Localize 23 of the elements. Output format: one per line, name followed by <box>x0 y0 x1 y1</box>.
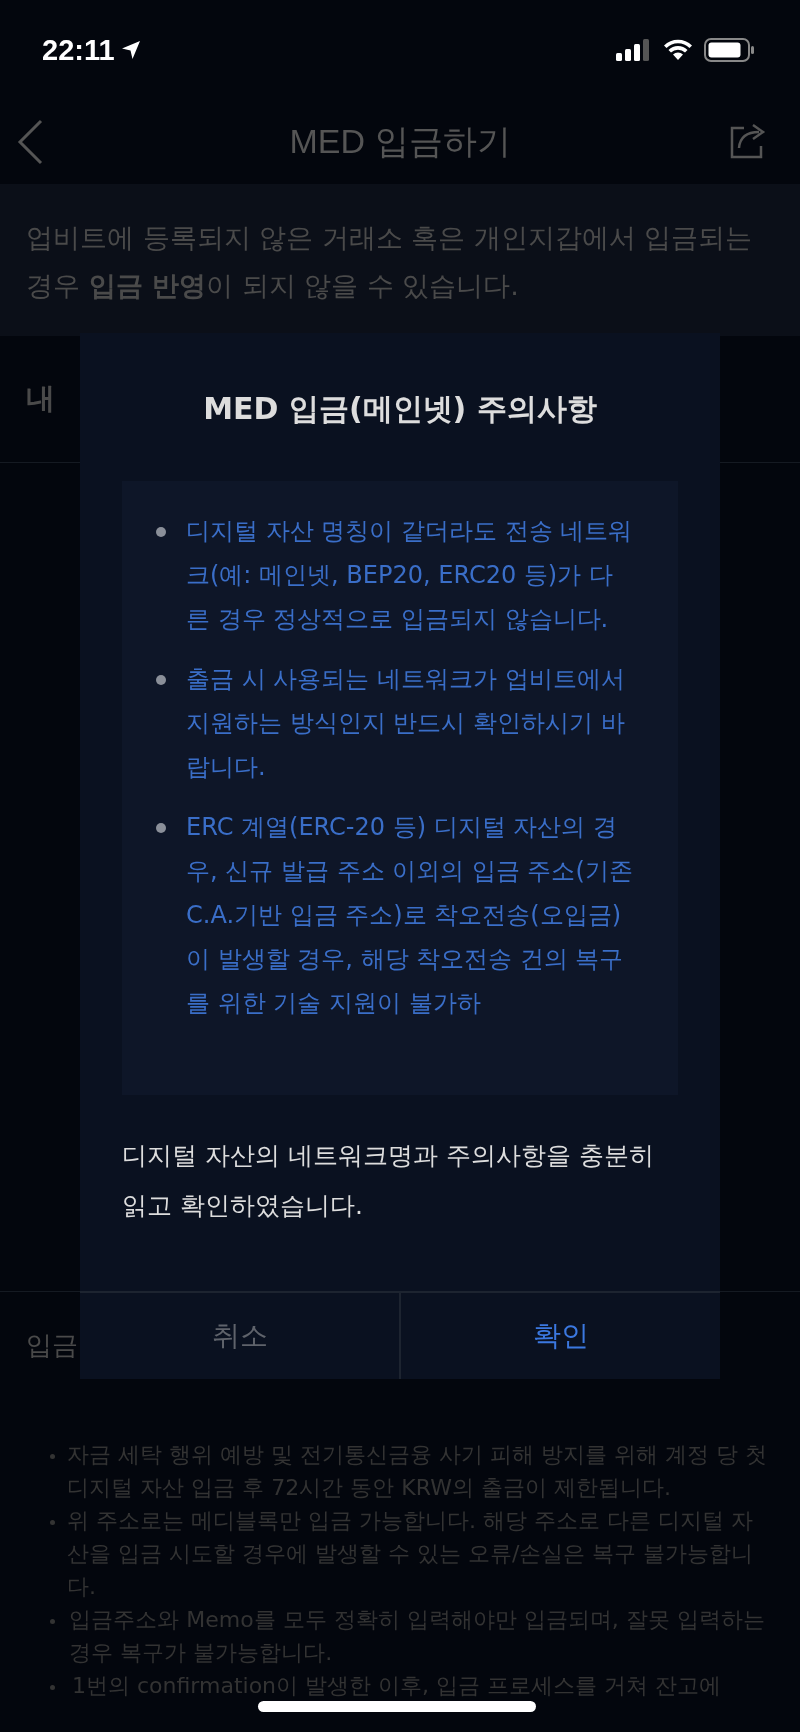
back-icon[interactable] <box>17 119 43 165</box>
bullet-icon <box>50 1454 55 1459</box>
dialog-title: MED 입금(메인넷) 주의사항 <box>202 390 598 428</box>
bullet-icon <box>156 823 166 833</box>
page-title: MED 입금하기 <box>289 121 511 162</box>
confirm-button[interactable]: 확인 <box>399 1293 720 1379</box>
section-label: 입금 <box>26 1329 78 1362</box>
bullet-icon <box>156 527 166 537</box>
notice-item: 출금 시 사용되는 네트워크가 업비트에서 지원하는 방식인지 반드시 확인하시기 바랍니다. <box>186 664 626 783</box>
cancel-button[interactable]: 취소 <box>80 1293 399 1379</box>
bullet-icon <box>50 1619 55 1624</box>
status-time: 22:11 <box>42 33 115 67</box>
signal-icon <box>616 38 652 62</box>
confirmation-text: 디지털 자산의 네트워크명과 주의사항을 충분히 읽고 확인하였습니다. <box>121 1140 655 1222</box>
bullet-icon <box>50 1520 55 1525</box>
notice-item: 디지털 자산 명칭이 같더라도 전송 네트워크(예: 메인넷, BEP20, ERC20 등)가 다른 경우 정상적으로 입금되지 않습니다. <box>186 516 634 635</box>
wifi-icon <box>662 38 694 62</box>
section-label: 내 <box>26 380 55 417</box>
notice-text: 업비트에 등록되지 않은 거래소 혹은 개인지갑에서 입금되는 경우 입금 반영이 되지 않을 수 있습니다. <box>26 221 754 303</box>
bullet-icon <box>50 1685 55 1690</box>
bullet-icon <box>156 675 166 685</box>
battery-icon <box>704 37 756 63</box>
notice-item: ERC 계열(ERC-20 등) 디지털 자산의 경우, 신규 발급 주소 이외의 입금 주소(기존 C.A.기반 입금 주소)로 착오전송(오입금)이 발생할 경우, 해당 착오전송 건의 복구를 위한 기술 지원이 불가하 <box>186 812 634 1019</box>
